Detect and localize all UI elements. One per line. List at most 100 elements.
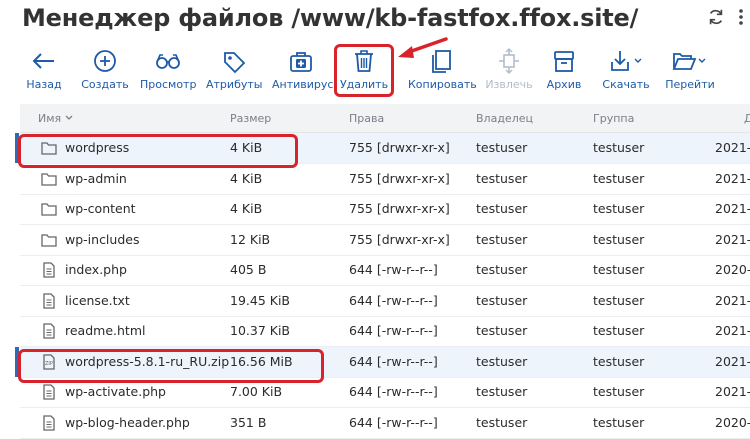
file-group: testuser: [593, 353, 645, 369]
file-owner: testuser: [476, 384, 528, 399]
table-row[interactable]: readme.html 10.37 KiB 644 [-rw-r--r--] test…: [20, 316, 750, 347]
download-button[interactable]: Скачать: [598, 44, 654, 98]
table-row[interactable]: wp-blog-header.php 351 B 644 [-rw-r--r--] t…: [20, 408, 750, 439]
file-date: 2021-0: [715, 292, 750, 308]
file-name[interactable]: readme.html: [65, 323, 145, 338]
file-icon: [43, 323, 55, 339]
file-date: 2021-0: [715, 323, 750, 338]
file-permissions: 755 [drwxr-xr-x]: [349, 170, 450, 186]
column-group[interactable]: Группа: [593, 112, 634, 125]
file-group: testuser: [593, 170, 645, 186]
more-icon[interactable]: [735, 7, 747, 27]
title-bar: Менеджер файлов /www/kb-fastfox.ffox.sit…: [0, 0, 750, 40]
file-permissions: 644 [-rw-r--r--]: [349, 353, 438, 369]
file-owner: testuser: [476, 170, 528, 186]
column-name[interactable]: Имя: [38, 112, 61, 125]
file-date: 2021-0: [715, 140, 750, 155]
file-size: 19.45 KiB: [230, 292, 291, 308]
page-title: Менеджер файлов /www/kb-fastfox.ffox.sit…: [22, 4, 639, 32]
file-permissions: 755 [drwxr-xr-x]: [349, 140, 450, 155]
file-permissions: 755 [drwxr-xr-x]: [349, 201, 450, 216]
file-name[interactable]: wp-blog-header.php: [65, 415, 190, 430]
column-owner[interactable]: Владелец: [476, 112, 533, 125]
file-group: testuser: [593, 140, 645, 155]
file-permissions: 755 [drwxr-xr-x]: [349, 231, 450, 247]
chevron-down-icon: [698, 58, 706, 63]
view-button[interactable]: Просмотр: [140, 44, 196, 98]
back-button[interactable]: Назад: [22, 44, 66, 98]
goto-button[interactable]: Перейти: [662, 44, 718, 98]
folder-icon: [41, 172, 57, 186]
file-permissions: 644 [-rw-r--r--]: [349, 262, 438, 277]
table-header: Имя Размер Права Владелец Группа Д: [20, 104, 750, 133]
file-owner: testuser: [476, 353, 528, 369]
file-date: 2021-0: [715, 201, 750, 216]
file-group: testuser: [593, 323, 645, 338]
column-date[interactable]: Д: [744, 112, 750, 125]
file-name[interactable]: index.php: [65, 262, 127, 277]
extract-label: Извлечь: [485, 78, 533, 91]
file-icon: [43, 292, 55, 309]
antivirus-button[interactable]: Антивирус: [272, 44, 334, 98]
view-label: Просмотр: [140, 78, 197, 91]
file-size: 351 B: [230, 414, 267, 430]
file-owner: testuser: [476, 323, 528, 338]
file-owner: testuser: [476, 231, 528, 247]
row-highlight-box: [18, 134, 298, 168]
file-group: testuser: [593, 201, 645, 216]
file-date: 2021-0: [715, 353, 750, 369]
file-date: 2021-0: [715, 170, 750, 186]
file-permissions: 644 [-rw-r--r--]: [349, 292, 438, 308]
column-size[interactable]: Размер: [230, 112, 271, 125]
file-permissions: 644 [-rw-r--r--]: [349, 414, 438, 430]
file-owner: testuser: [476, 262, 528, 277]
file-name[interactable]: wp-includes: [65, 232, 139, 247]
file-size: 4 KiB: [230, 201, 263, 216]
file-owner: testuser: [476, 292, 528, 308]
table-row[interactable]: index.php 405 B 644 [-rw-r--r--] testuser te…: [20, 255, 750, 286]
download-label: Скачать: [602, 78, 650, 91]
file-date: 2020-0: [715, 414, 750, 430]
extract-icon: [499, 48, 519, 74]
goto-label: Перейти: [665, 78, 715, 91]
sort-down-icon: [65, 115, 73, 120]
create-label: Создать: [81, 78, 129, 91]
file-name[interactable]: wp-admin: [65, 171, 127, 186]
column-permissions[interactable]: Права: [349, 112, 384, 125]
file-permissions: 644 [-rw-r--r--]: [349, 323, 438, 338]
refresh-icon[interactable]: [707, 8, 725, 26]
table-row[interactable]: wp-content 4 KiB 755 [drwxr-xr-x] testuser t…: [20, 194, 750, 225]
file-icon: [43, 414, 55, 431]
chevron-down-icon: [634, 58, 642, 63]
archive-button[interactable]: Архив: [542, 44, 586, 98]
folder-icon: [41, 203, 57, 216]
attributes-label: Атрибуты: [206, 78, 263, 91]
tag-icon: [224, 52, 246, 74]
folder-icon: [41, 233, 57, 247]
file-name[interactable]: license.txt: [65, 293, 130, 308]
file-date: 2021-0: [715, 384, 750, 399]
file-icon: [43, 384, 55, 400]
file-size: 7.00 KiB: [230, 384, 283, 399]
copy-label: Копировать: [408, 78, 477, 91]
file-size: 10.37 KiB: [230, 323, 291, 338]
file-owner: testuser: [476, 201, 528, 216]
archive-icon: [554, 51, 574, 72]
plus-circle-icon: [94, 50, 116, 72]
table-row[interactable]: license.txt 19.45 KiB 644 [-rw-r--r--] test…: [20, 286, 750, 317]
create-button[interactable]: Создать: [80, 44, 130, 98]
file-group: testuser: [593, 231, 645, 247]
extract-button[interactable]: Извлечь: [482, 44, 536, 98]
file-name[interactable]: wp-content: [65, 201, 136, 216]
table-row[interactable]: wp-admin 4 KiB 755 [drwxr-xr-x] testuser tes…: [20, 164, 750, 195]
row-highlight-box: [18, 349, 324, 383]
arrow-left-icon: [32, 53, 54, 69]
antivirus-label: Антивирус: [272, 78, 334, 91]
glasses-icon: [156, 54, 180, 69]
medkit-icon: [290, 52, 312, 72]
file-permissions: 644 [-rw-r--r--]: [349, 384, 438, 399]
attributes-button[interactable]: Атрибуты: [206, 44, 262, 98]
table-row[interactable]: wp-includes 12 KiB 755 [drwxr-xr-x] testuse…: [20, 225, 750, 256]
file-name[interactable]: wp-activate.php: [65, 384, 166, 399]
file-icon: [43, 262, 55, 278]
